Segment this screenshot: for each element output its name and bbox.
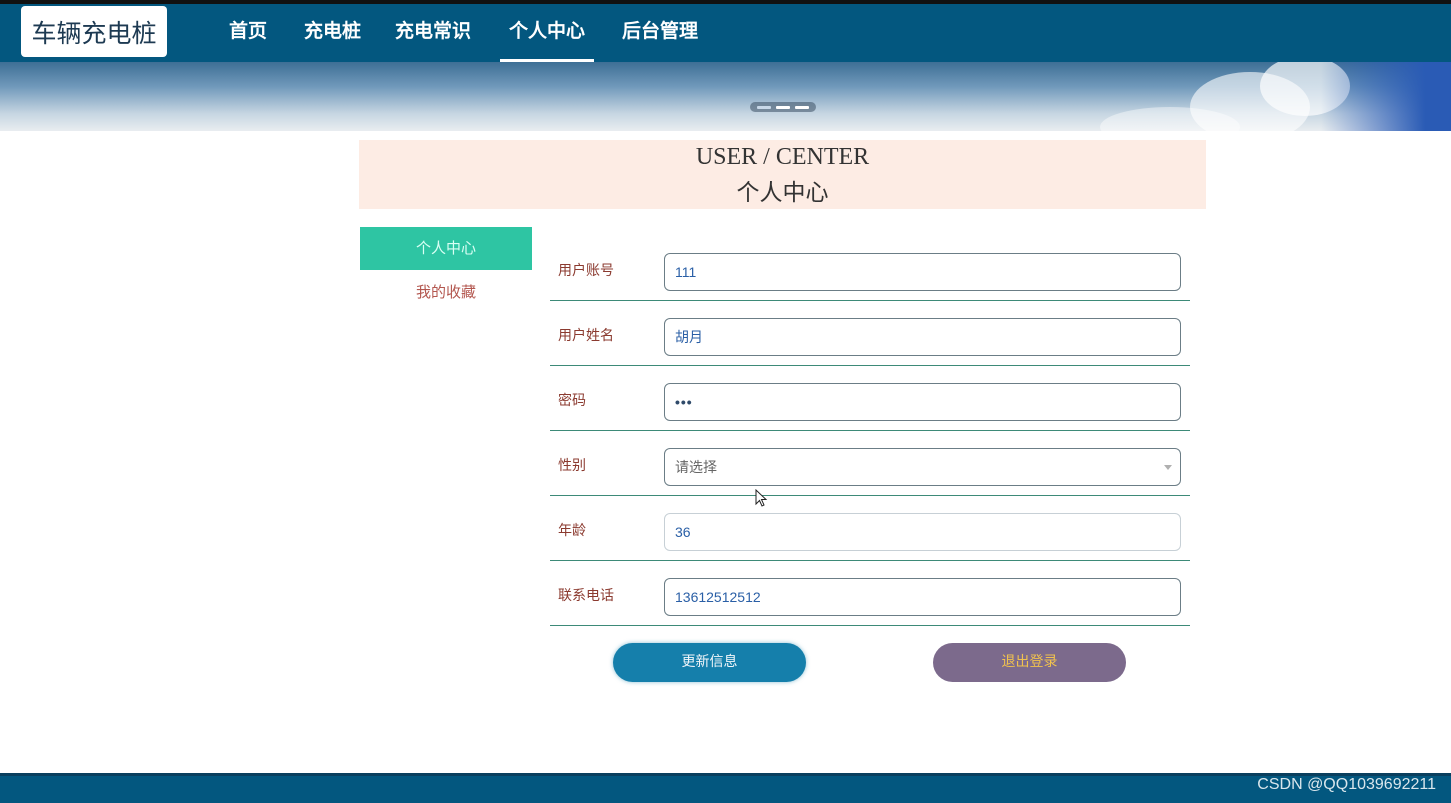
form-row-password: 密码 ••• [550, 366, 1190, 431]
form-row-name: 用户姓名 胡月 [550, 301, 1190, 366]
banner-carousel [0, 62, 1451, 131]
nav-admin[interactable]: 后台管理 [621, 4, 699, 62]
nav-charging-piles[interactable]: 充电桩 [303, 4, 362, 62]
nav-home[interactable]: 首页 [228, 4, 268, 62]
section-title-cn: 个人中心 [736, 180, 829, 206]
watermark: CSDN @QQ1039692211 [1257, 776, 1436, 793]
sidebar-item-favorites[interactable]: 我的收藏 [360, 275, 532, 309]
chevron-down-icon [1164, 465, 1172, 470]
logout-button[interactable]: 退出登录 [933, 643, 1126, 682]
site-logo[interactable]: 车辆充电桩 [21, 6, 167, 57]
gender-select[interactable]: 请选择 [664, 448, 1181, 486]
mouse-cursor-icon [755, 489, 768, 507]
carousel-indicators [750, 102, 816, 112]
name-input[interactable]: 胡月 [664, 318, 1181, 356]
section-title-en: USER / CENTER [695, 144, 870, 170]
nav-charging-knowledge[interactable]: 充电常识 [394, 4, 472, 62]
sky-gradient [1321, 62, 1451, 131]
section-title-box: USER / CENTER 个人中心 [359, 140, 1206, 209]
gender-select-placeholder: 请选择 [675, 459, 717, 475]
form-row-account: 用户账号 111 [550, 236, 1190, 301]
form-row-age: 年龄 36 [550, 496, 1190, 561]
navbar: 车辆充电桩 首页 充电桩 充电常识 个人中心 后台管理 [0, 4, 1451, 62]
age-input[interactable]: 36 [664, 513, 1181, 551]
sidebar-item-user-center[interactable]: 个人中心 [360, 227, 532, 270]
carousel-dot-3[interactable] [795, 105, 809, 109]
form-row-phone: 联系电话 13612512512 [550, 561, 1190, 626]
carousel-dot-2[interactable] [776, 105, 790, 109]
update-info-button[interactable]: 更新信息 [613, 643, 806, 682]
phone-input[interactable]: 13612512512 [664, 578, 1181, 616]
nav-user-center[interactable]: 个人中心 [500, 4, 594, 62]
form-row-gender: 性别 请选择 [550, 431, 1190, 496]
footer [0, 773, 1451, 803]
phone-label: 联系电话 [558, 588, 614, 604]
carousel-dot-1[interactable] [757, 105, 771, 109]
account-input[interactable]: 111 [664, 253, 1181, 291]
password-input[interactable]: ••• [664, 383, 1181, 421]
